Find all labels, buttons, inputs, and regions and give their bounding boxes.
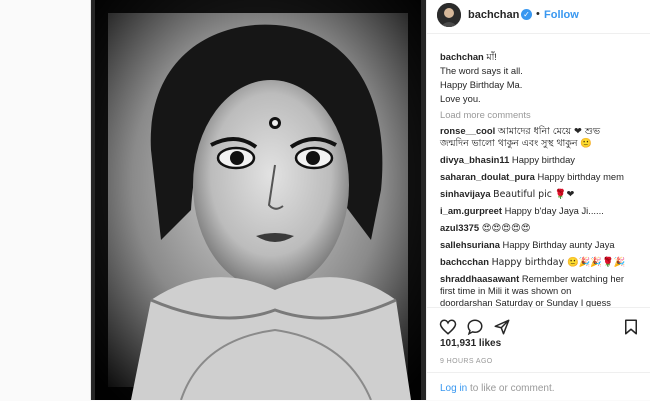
comment-item: bachcchan Happy birthday 🙂🎉🎉🌹🎉 (440, 256, 625, 269)
comment-text: জন্মদিন ভালো থাকুন এবং সুস্থ থাকুন 🙂 (440, 138, 593, 149)
post-header: bachchan ✓ • Follow (427, 0, 650, 34)
comment-item: sinhavijaya Beautiful pic 🌹❤ (440, 188, 574, 201)
caption-line: Happy Birthday Ma. (440, 79, 523, 90)
comment-username[interactable]: bachcchan (440, 256, 489, 267)
avatar[interactable] (437, 3, 461, 27)
comment-text: Happy birthday (511, 154, 575, 165)
comment-text: Beautiful pic 🌹❤ (493, 189, 575, 200)
comment-text: Happy Birthday aunty Jaya (502, 239, 615, 250)
comment-username[interactable]: azul3375 (440, 222, 479, 233)
caption-username[interactable]: bachchan (440, 51, 484, 62)
header-separator: • (536, 8, 540, 20)
comment-username[interactable]: i_am.gurpreet (440, 205, 502, 216)
follow-button[interactable]: Follow (544, 9, 579, 21)
share-icon[interactable] (493, 318, 511, 336)
comment-item: divya_bhasin11 Happy birthday (440, 154, 575, 166)
heart-icon[interactable] (439, 318, 457, 336)
comment-text: doordarshan Saturday or Sunday I guess (440, 297, 611, 307)
caption-line: Love you. (440, 93, 481, 104)
comment-username[interactable]: saharan_doulat_pura (440, 171, 535, 182)
comment-text: Remember watching her (521, 273, 624, 284)
comment-item: azul3375 😍😍😍😍😍 (440, 222, 531, 235)
comment-item: doordarshan Saturday or Sunday I guess (440, 297, 611, 307)
comment-item: i_am.gurpreet Happy b'day Jaya Ji...... (440, 205, 604, 217)
comment-text: Happy birthday 🙂🎉🎉🌹🎉 (491, 257, 626, 268)
comment-username[interactable]: ronse__cool (440, 125, 495, 136)
comment-username[interactable]: shraddhaasawant (440, 273, 519, 284)
post-side-panel: bachchan ✓ • Follow bachchan মাঁ! The wo… (426, 0, 650, 400)
caption-line: The word says it all. (440, 65, 523, 76)
comment-item: first time in Mili it was shown on (440, 285, 571, 297)
post-photo[interactable] (91, 0, 426, 400)
bookmark-icon[interactable] (622, 318, 640, 336)
caption: bachchan মাঁ! (440, 51, 497, 63)
comment-item: saharan_doulat_pura Happy birthday mem (440, 171, 624, 183)
comment-item: জন্মদিন ভালো থাকুন এবং সুস্থ থাকুন 🙂 (440, 137, 592, 150)
post-timestamp: 9 HOURS AGO (440, 358, 493, 365)
comment-username[interactable]: sallehsuriana (440, 239, 500, 250)
portrait-image (91, 0, 426, 400)
avatar-image (437, 3, 461, 27)
login-prompt-text: to like or comment. (467, 383, 555, 394)
comment-icon[interactable] (466, 318, 484, 336)
caption-first-line: মাঁ! (486, 51, 497, 62)
verified-badge-icon: ✓ (521, 9, 532, 20)
comment-text: first time in Mili it was shown on (440, 285, 572, 296)
login-footer: Log in to like or comment. (427, 372, 650, 401)
comment-username[interactable]: divya_bhasin11 (440, 154, 509, 165)
login-link[interactable]: Log in (440, 383, 467, 394)
comment-text: 😍😍😍😍😍 (481, 223, 531, 234)
comments-list[interactable]: bachchan মাঁ! The word says it all. Happ… (427, 37, 650, 307)
comment-item: sallehsuriana Happy Birthday aunty Jaya (440, 239, 615, 251)
comment-text: Happy b'day Jaya Ji...... (504, 205, 604, 216)
comment-text: আমাদের ধনিা মেয়ে ❤ শুভ (497, 126, 600, 137)
comment-username[interactable]: sinhavijaya (440, 188, 491, 199)
login-prompt: Log in to like or comment. (440, 383, 555, 394)
likes-count[interactable]: 101,931 likes (440, 338, 501, 349)
load-more-comments-link[interactable]: Load more comments (440, 109, 531, 121)
comment-text: Happy birthday mem (537, 171, 624, 182)
header-username[interactable]: bachchan (468, 9, 519, 21)
post-container: bachchan ✓ • Follow bachchan মাঁ! The wo… (90, 0, 650, 400)
comment-item: shraddhaasawant Remember watching her (440, 273, 624, 285)
